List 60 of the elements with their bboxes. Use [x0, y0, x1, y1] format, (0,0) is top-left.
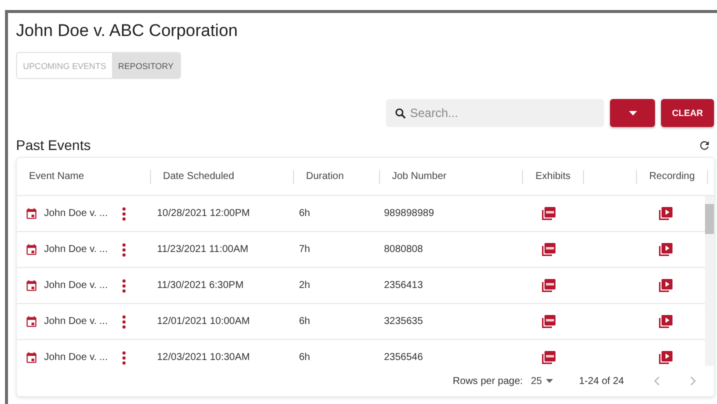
caret-icon	[546, 379, 553, 383]
video-file-icon[interactable]	[658, 242, 672, 257]
column-header[interactable]: Event Name	[29, 171, 84, 182]
column-header[interactable]: Job Number	[392, 171, 446, 182]
table-cell: John Doe v. ...	[44, 208, 108, 219]
section-title: Past Events	[16, 137, 91, 153]
table-cell: John Doe v. ...	[44, 280, 108, 291]
rows-per-page-select[interactable]: 25	[530, 376, 553, 386]
video-file-icon[interactable]	[658, 314, 672, 329]
caret-icon	[628, 110, 636, 116]
calendar-icon	[25, 279, 38, 292]
page-title: John Doe v. ABC Corporation	[16, 21, 239, 42]
pdf-file-icon[interactable]	[541, 206, 556, 221]
pdf-file-icon[interactable]	[541, 278, 556, 293]
table-cell: 7h	[299, 244, 310, 255]
table-cell: 11/30/2021 6:30PM	[157, 280, 244, 291]
pdf-file-icon[interactable]	[541, 350, 556, 365]
more-options-icon[interactable]	[122, 242, 126, 256]
column-header[interactable]: Date Scheduled	[163, 171, 234, 182]
table-cell: 10/28/2021 12:00PM	[157, 208, 250, 219]
table-cell: 3235635	[384, 316, 423, 327]
more-options-icon[interactable]	[122, 206, 126, 220]
search-field[interactable]: Search...	[386, 99, 604, 127]
calendar-icon	[25, 315, 38, 328]
table-cell: 2356413	[384, 280, 423, 291]
tab[interactable]: REPOSITORY	[112, 53, 180, 78]
more-options-icon[interactable]	[122, 278, 126, 292]
calendar-icon	[25, 351, 38, 364]
more-options-icon[interactable]	[122, 314, 126, 328]
column-header[interactable]: Recording	[649, 171, 695, 182]
video-file-icon[interactable]	[658, 206, 672, 221]
table-cell: John Doe v. ...	[44, 352, 108, 363]
table-cell: 6h	[299, 352, 310, 363]
table-cell: John Doe v. ...	[44, 316, 108, 327]
calendar-icon	[25, 207, 38, 220]
table-cell: 6h	[299, 316, 310, 327]
calendar-icon	[25, 243, 38, 256]
rows-per-page-label: Rows per page:	[452, 376, 523, 386]
table-cell: 989898989	[384, 208, 434, 219]
pdf-file-icon[interactable]	[541, 242, 556, 257]
table-cell: John Doe v. ...	[44, 244, 108, 255]
table-cell: 6h	[299, 208, 310, 219]
page-range: 1-24 of 24	[578, 376, 624, 386]
pdf-file-icon[interactable]	[541, 314, 556, 329]
column-header[interactable]: Duration	[306, 171, 344, 182]
table-cell: 12/03/2021 10:30AM	[157, 352, 250, 363]
column-header[interactable]: Exhibits	[535, 171, 570, 182]
scrollbar[interactable]	[705, 196, 714, 366]
table-cell: 2h	[299, 280, 310, 291]
more-options-icon[interactable]	[122, 350, 126, 364]
table-cell: 11/23/2021 11:00AM	[157, 244, 248, 255]
video-file-icon[interactable]	[658, 350, 672, 365]
table-cell: 2356546	[384, 352, 423, 363]
refresh-icon[interactable]	[698, 138, 711, 152]
clear-button[interactable]: CLEAR	[661, 99, 714, 127]
table-cell: 12/01/2021 10:00AM	[157, 316, 250, 327]
video-file-icon[interactable]	[658, 278, 672, 293]
dropdown-button[interactable]	[610, 99, 655, 127]
search-icon	[394, 107, 407, 120]
table-cell: 8080808	[384, 244, 423, 255]
